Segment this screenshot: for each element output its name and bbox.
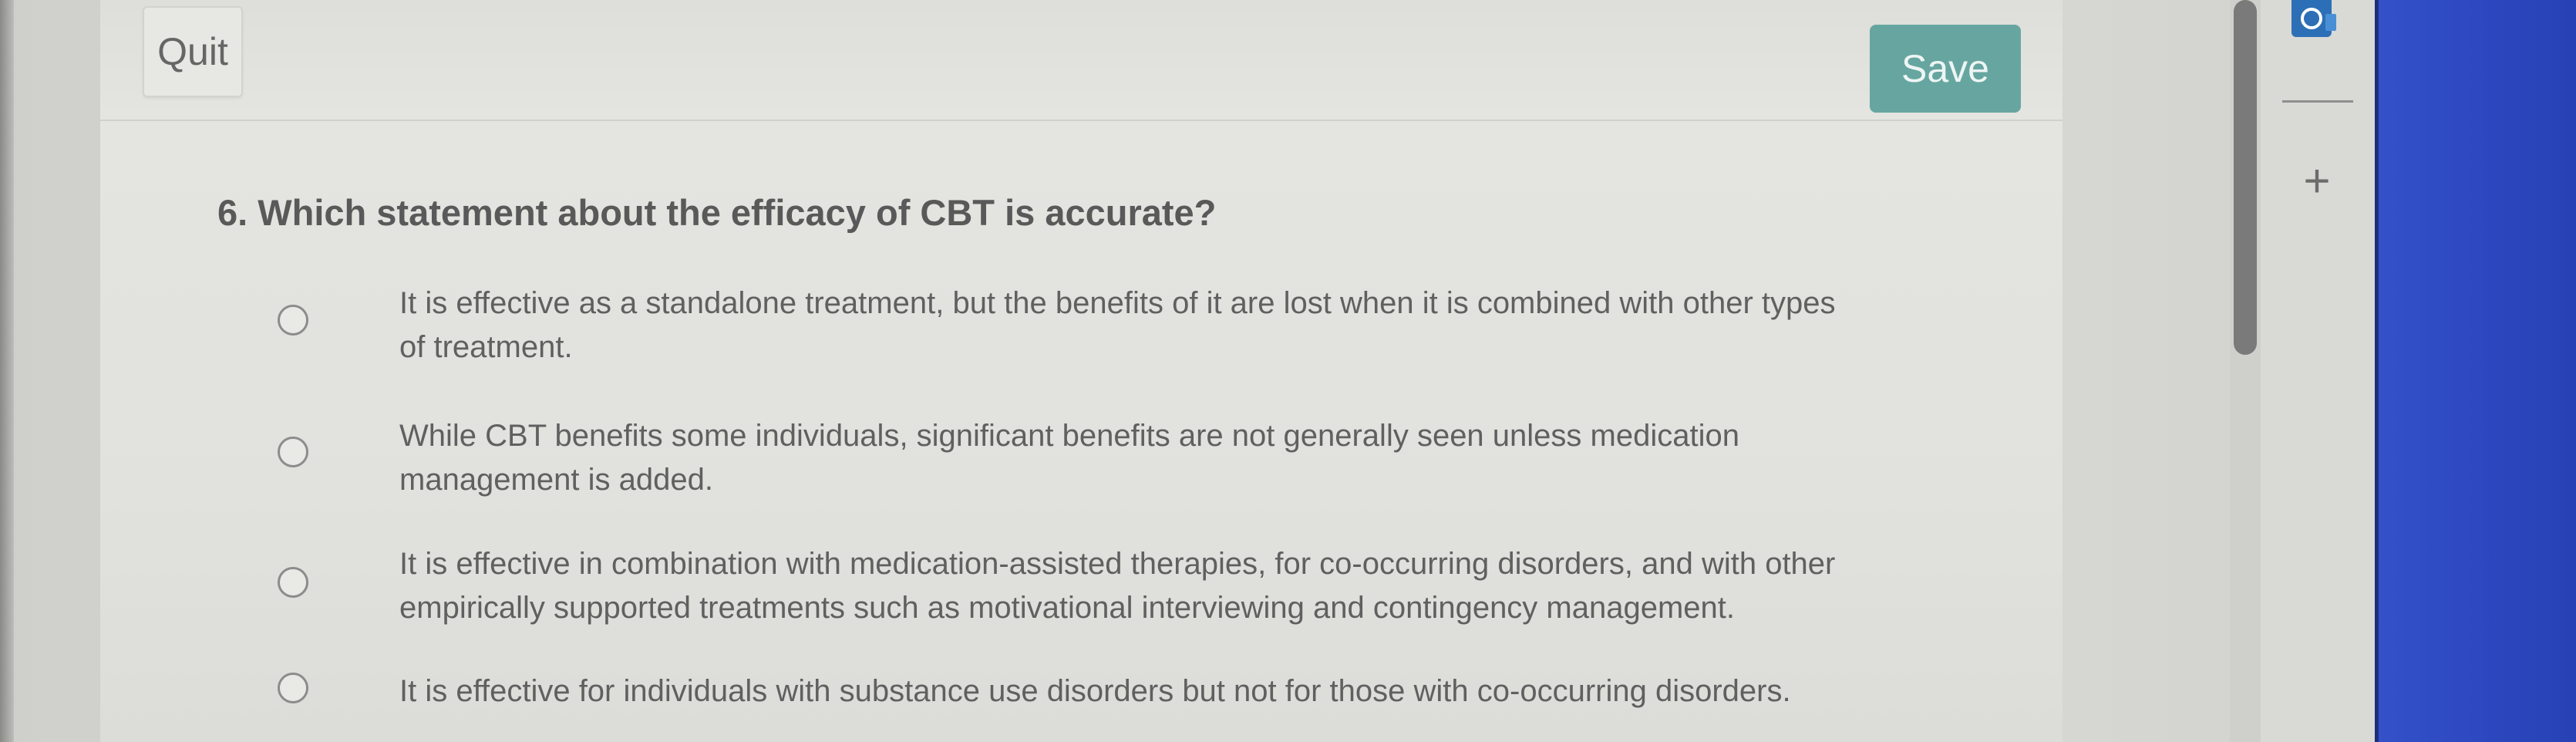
option-4-text: It is effective for individuals with sub… xyxy=(399,669,1934,713)
option-1-text: It is effective as a standalone treatmen… xyxy=(399,282,1934,369)
option-2-line-1: While CBT benefits some individuals, sig… xyxy=(399,419,1739,453)
screen-bezel-left xyxy=(0,0,14,742)
option-3-text: It is effective in combination with medi… xyxy=(399,542,1934,630)
outlook-o-glyph xyxy=(2301,8,2322,29)
radio-button-option-4[interactable] xyxy=(278,673,308,703)
save-button[interactable]: Save xyxy=(1870,25,2021,113)
option-1-line-1: It is effective as a standalone treatmen… xyxy=(399,286,1836,320)
option-4-line-1: It is effective for individuals with sub… xyxy=(399,674,1791,708)
option-2-line-2: management is added. xyxy=(399,463,713,497)
option-3-line-2: empirically supported treatments such as… xyxy=(399,591,1736,625)
top-toolbar xyxy=(100,0,2062,121)
option-1-line-2: of treatment. xyxy=(399,330,573,364)
side-panel xyxy=(2261,0,2379,742)
scrollbar-thumb[interactable] xyxy=(2234,0,2257,355)
side-panel-divider xyxy=(2282,100,2353,103)
radio-button-option-2[interactable] xyxy=(278,437,308,467)
radio-button-option-1[interactable] xyxy=(278,305,308,336)
add-icon[interactable]: + xyxy=(2294,158,2340,204)
option-2-text: While CBT benefits some individuals, sig… xyxy=(399,414,1934,502)
quit-button[interactable]: Quit xyxy=(143,6,243,97)
desktop-background-edge xyxy=(2379,0,2576,742)
option-3-line-1: It is effective in combination with medi… xyxy=(399,547,1836,581)
radio-button-option-3[interactable] xyxy=(278,567,308,598)
question-title: 6. Which statement about the efficacy of… xyxy=(217,192,1217,233)
outlook-icon-tab xyxy=(2325,14,2336,31)
